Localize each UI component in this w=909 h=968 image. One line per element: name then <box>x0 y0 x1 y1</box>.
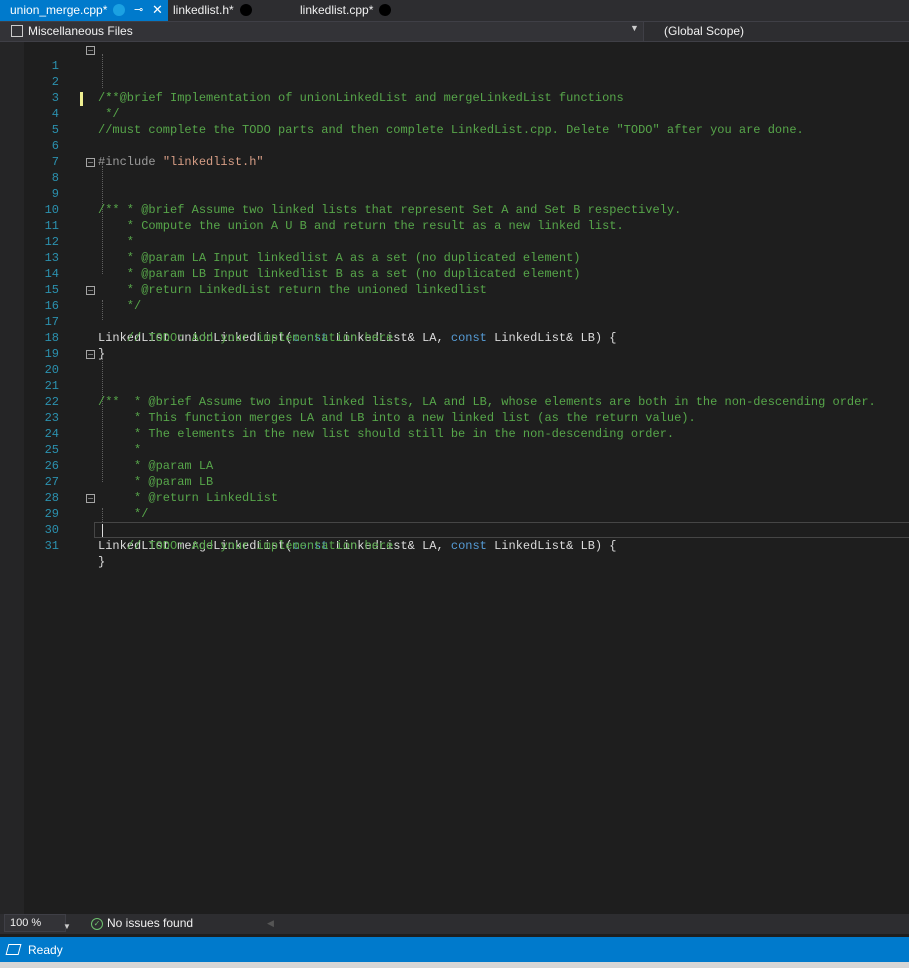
collapse-icon[interactable]: − <box>86 350 95 359</box>
zoom-dropdown[interactable]: 100 % ▼ <box>4 914 71 932</box>
chevron-down-icon[interactable]: ▼ <box>630 23 639 33</box>
code-line: 14 * @return LinkedList return the union… <box>0 250 909 297</box>
code-line: 1 − /** <box>0 42 909 105</box>
line-number: 31 <box>44 539 59 553</box>
code-line: 5 <box>0 106 909 137</box>
code-line: 18 } <box>0 314 909 361</box>
tab-union-merge[interactable]: union_merge.cpp* ⊸ ✕ <box>0 0 168 21</box>
code-token: LinkedList& LB) { <box>486 539 617 553</box>
code-text: // TODO: Add your implementation here <box>98 539 394 553</box>
check-circle-icon: ✓ <box>91 918 103 930</box>
file-icon <box>11 25 23 37</box>
code-editor[interactable]: 1 − /** 2 * @brief Implementation of uni… <box>0 42 909 914</box>
code-line: 13 * @param LB Input linkedlist B as a s… <box>0 234 909 281</box>
keyword: const <box>450 539 487 553</box>
code-line: 25 * @param LA <box>0 426 909 473</box>
window-bottom-edge <box>0 962 909 968</box>
issues-status[interactable]: No issues found <box>107 916 193 930</box>
code-line: 19 <box>0 330 909 361</box>
code-line: 11 * <box>0 202 909 249</box>
code-line: 9 * @brief Assume two linked lists that … <box>0 170 909 217</box>
scroll-left-icon[interactable]: ◀ <box>267 918 274 929</box>
text-caret <box>102 524 103 537</box>
code-line: 23 * The elements in the new list should… <box>0 394 909 441</box>
chevron-down-icon[interactable]: ▼ <box>63 918 71 935</box>
modified-dot-icon <box>113 4 126 16</box>
code-line: 2 * @brief Implementation of unionLinked… <box>0 58 909 105</box>
tab-linkedlist-h[interactable]: linkedlist.h* <box>168 0 268 21</box>
project-dropdown[interactable]: Miscellaneous Files ▼ <box>0 22 644 41</box>
collapse-icon[interactable]: − <box>86 46 95 55</box>
code-line: 16 − LinkedList unionLinkedList(const Li… <box>0 282 909 345</box>
code-text: } <box>98 555 106 569</box>
code-line: 29 − LinkedList mergeLinkedList(const Li… <box>0 490 909 553</box>
tab-label: linkedlist.cpp* <box>300 3 374 17</box>
tab-label: union_merge.cpp* <box>10 3 108 17</box>
project-label: Miscellaneous Files <box>28 24 133 38</box>
code-line: 28 */ <box>0 474 909 521</box>
code-line: 8 − /** <box>0 154 909 217</box>
code-line: 30 // TODO: Add your implementation here <box>0 506 909 553</box>
modified-dot-icon <box>239 4 252 16</box>
code-line: 15 */ <box>0 266 909 313</box>
ready-icon <box>5 944 22 955</box>
code-line: 21 * @brief Assume two input linked list… <box>0 362 909 409</box>
code-line: 6 #include "linkedlist.h" <box>0 122 909 169</box>
code-line: 7 <box>0 138 909 169</box>
code-line: 22 * This function merges LA and LB into… <box>0 378 909 425</box>
code-line: 12 * @param LA Input linkedlist A as a s… <box>0 218 909 265</box>
collapse-icon[interactable]: − <box>86 158 95 167</box>
code-line: 4 //must complete the TODO parts and the… <box>0 90 909 137</box>
modified-dot-icon <box>379 4 392 16</box>
collapse-icon[interactable]: − <box>86 286 95 295</box>
tab-linkedlist-cpp[interactable]: linkedlist.cpp* <box>295 0 405 21</box>
code-line: 20 − /** <box>0 346 909 409</box>
close-icon[interactable]: ✕ <box>152 0 163 20</box>
code-line: 17 // TODO: Add your implementation here <box>0 298 909 345</box>
scope-dropdown[interactable]: (Global Scope) <box>664 24 744 38</box>
code-line: 31 } <box>0 522 909 569</box>
tab-bar: union_merge.cpp* ⊸ ✕ linkedlist.h* linke… <box>0 0 909 21</box>
code-line: 24 * <box>0 410 909 457</box>
code-line: 26 * @param LB <box>0 442 909 489</box>
collapse-icon[interactable]: − <box>86 494 95 503</box>
editor-status-strip: 100 % ▼ ✓ No issues found ◀ <box>0 914 909 934</box>
code-line: 10 * Compute the union A U B and return … <box>0 186 909 233</box>
pin-icon[interactable]: ⊸ <box>134 0 143 20</box>
status-text: Ready <box>28 943 63 957</box>
code-line: 27 * @return LinkedList <box>0 458 909 505</box>
status-bar: Ready <box>0 937 909 962</box>
zoom-level: 100 % <box>10 917 42 929</box>
tab-label: linkedlist.h* <box>173 3 234 17</box>
navigation-bar: Miscellaneous Files ▼ (Global Scope) <box>0 21 909 42</box>
code-line: 3 */ <box>0 74 909 121</box>
